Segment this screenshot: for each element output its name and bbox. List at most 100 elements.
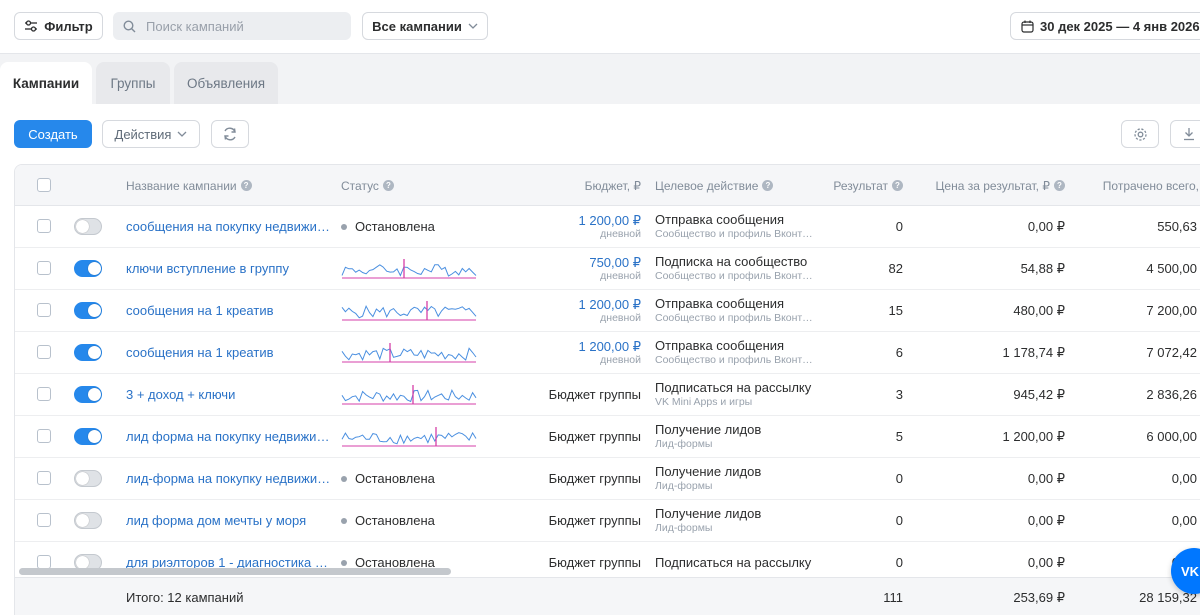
campaign-name-link[interactable]: ключи вступление в группу	[126, 248, 331, 289]
row-checkbox[interactable]	[37, 555, 51, 569]
column-header-cost-per-result[interactable]: Цена за результат, ₽?	[915, 165, 1065, 206]
tab-campaigns[interactable]: Кампании	[0, 62, 92, 104]
budget-amount: 1 200,00 ₽	[578, 338, 642, 354]
budget-amount: 1 200,00 ₽	[578, 296, 642, 312]
campaign-toggle[interactable]	[74, 428, 102, 445]
search-input[interactable]	[144, 17, 344, 35]
table-row[interactable]: 3 + доход + ключи Бюджет группы Подписат…	[15, 374, 1200, 416]
row-checkbox[interactable]	[37, 513, 51, 527]
status-dot	[341, 517, 347, 524]
status-dot	[341, 223, 347, 230]
column-header-budget[interactable]: Бюджет, ₽	[505, 165, 641, 206]
budget-amount: Бюджет группы	[548, 513, 641, 528]
column-header-result[interactable]: Результат?	[795, 165, 903, 206]
table-row[interactable]: сообщения на 1 креатив 1 200,00 ₽ дневно…	[15, 332, 1200, 374]
campaign-name: 3 + доход + ключи	[126, 387, 236, 402]
tab-groups[interactable]: Группы	[96, 62, 170, 104]
budget-amount: Бюджет группы	[548, 471, 641, 486]
campaign-name-link[interactable]: сообщения на 1 креатив	[126, 290, 331, 331]
campaign-toggle[interactable]	[74, 470, 102, 487]
totals-cost-per-result: 253,69 ₽	[1013, 589, 1065, 605]
budget-amount: Бюджет группы	[548, 387, 641, 402]
campaign-toggle[interactable]	[74, 512, 102, 529]
campaign-name-link[interactable]: лид форма дом мечты у моря	[126, 500, 331, 541]
totals-row: Итого: 12 кампаний 111 253,69 ₽ 28 159,3…	[15, 577, 1200, 615]
settings-button[interactable]	[1121, 120, 1159, 148]
column-label: Статус	[341, 178, 379, 193]
help-icon[interactable]: ?	[240, 180, 252, 191]
table-row[interactable]: ключи вступление в группу 750,00 ₽ дневн…	[15, 248, 1200, 290]
campaign-name-link[interactable]: сообщения на 1 креатив	[126, 332, 331, 373]
cost-per-result-value: 0,00 ₽	[1027, 470, 1065, 486]
column-header-status[interactable]: Статус?	[341, 165, 394, 206]
budget-cell: Бюджет группы	[505, 374, 641, 415]
target-placement: Лид-формы	[655, 438, 713, 450]
table-row[interactable]: сообщения на 1 креатив 1 200,00 ₽ дневно…	[15, 290, 1200, 332]
budget-amount: 1 200,00 ₽	[578, 212, 642, 228]
all-campaigns-dropdown[interactable]: Все кампании	[362, 12, 488, 40]
select-all-checkbox[interactable]	[37, 178, 51, 192]
budget-amount: 750,00 ₽	[589, 254, 641, 270]
filter-button[interactable]: Фильтр	[14, 12, 103, 40]
actions-dropdown[interactable]: Действия	[102, 120, 200, 148]
help-icon[interactable]: ?	[892, 180, 903, 191]
status-label: Остановлена	[355, 513, 435, 528]
campaign-name: сообщения на покупку недвижимости	[126, 219, 331, 234]
table-row[interactable]: лид форма дом мечты у моря Остановлена Б…	[15, 500, 1200, 542]
campaign-toggle[interactable]	[74, 302, 102, 319]
sparkline-series	[341, 304, 477, 319]
result-value: 0	[895, 471, 903, 486]
budget-type: дневной	[600, 227, 641, 240]
actions-label: Действия	[114, 126, 172, 142]
refresh-button[interactable]	[211, 120, 249, 148]
campaign-toggle[interactable]	[74, 386, 102, 403]
campaign-name-link[interactable]: лид форма на покупку недвижимости	[126, 416, 331, 457]
spent-value: 0,00	[1171, 513, 1197, 528]
campaign-name-link[interactable]: сообщения на покупку недвижимости	[126, 206, 331, 247]
campaign-name-link[interactable]: 3 + доход + ключи	[126, 374, 331, 415]
status-cell: Остановлена	[341, 458, 491, 499]
row-checkbox[interactable]	[37, 261, 51, 275]
table-row[interactable]: лид-форма на покупку недвижимости Остано…	[15, 458, 1200, 500]
target-action: Получение лидов	[655, 422, 762, 437]
campaign-toggle[interactable]	[74, 218, 102, 235]
budget-cell: Бюджет группы	[505, 500, 641, 541]
help-icon[interactable]: ?	[382, 180, 394, 191]
help-icon[interactable]: ?	[1054, 180, 1065, 191]
tab-ads[interactable]: Объявления	[174, 62, 278, 104]
result-value: 0	[895, 513, 903, 528]
row-checkbox[interactable]	[37, 387, 51, 401]
search-box[interactable]	[113, 12, 351, 40]
budget-cell[interactable]: 1 200,00 ₽ дневной	[505, 206, 642, 247]
target-action: Получение лидов	[655, 506, 762, 521]
horizontal-scrollbar[interactable]	[19, 568, 451, 575]
column-header-target[interactable]: Целевое действие?	[655, 165, 774, 206]
status-cell: Остановлена	[341, 206, 491, 247]
budget-cell[interactable]: 1 200,00 ₽ дневной	[505, 332, 642, 373]
row-checkbox[interactable]	[37, 345, 51, 359]
create-label: Создать	[28, 126, 78, 142]
performance-sparkline	[341, 427, 477, 447]
create-button[interactable]: Создать	[14, 120, 92, 148]
budget-cell[interactable]: 750,00 ₽ дневной	[505, 248, 641, 289]
target-placement: Лид-формы	[655, 522, 713, 534]
download-button[interactable]	[1170, 120, 1200, 148]
table-row[interactable]: сообщения на покупку недвижимости Остано…	[15, 206, 1200, 248]
help-icon[interactable]: ?	[762, 180, 774, 191]
budget-cell[interactable]: 1 200,00 ₽ дневной	[505, 290, 642, 331]
cost-per-result-value: 1 200,00 ₽	[1002, 428, 1066, 444]
spent-value: 4 500,00	[1146, 261, 1197, 276]
campaign-name-link[interactable]: лид-форма на покупку недвижимости	[126, 458, 331, 499]
date-range-picker[interactable]: 30 дек 2025 — 4 янв 2026	[1010, 12, 1200, 40]
row-checkbox[interactable]	[37, 219, 51, 233]
column-header-name[interactable]: Название кампании?	[126, 165, 252, 206]
row-checkbox[interactable]	[37, 471, 51, 485]
campaign-toggle[interactable]	[74, 260, 102, 277]
table-row[interactable]: лид форма на покупку недвижимости Бюджет…	[15, 416, 1200, 458]
campaign-toggle[interactable]	[74, 344, 102, 361]
cost-per-result-value: 0,00 ₽	[1027, 512, 1065, 528]
row-checkbox[interactable]	[37, 429, 51, 443]
result-value: 0	[895, 219, 903, 234]
row-checkbox[interactable]	[37, 303, 51, 317]
column-header-spent[interactable]: Потрачено всего,	[1075, 165, 1199, 206]
